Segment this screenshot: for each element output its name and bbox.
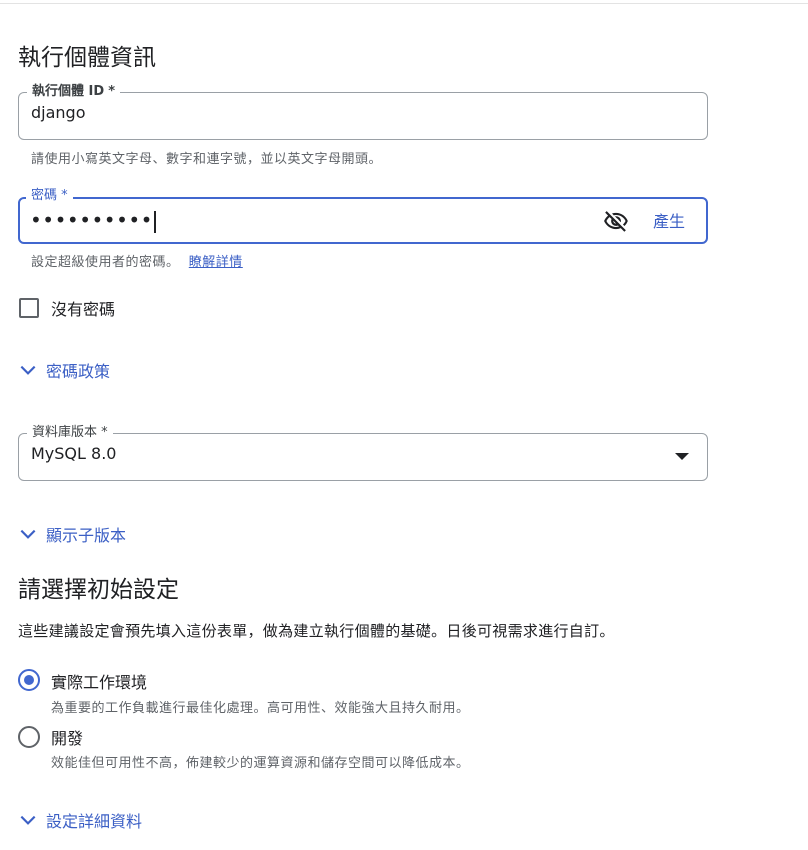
- section-title-config: 請選擇初始設定: [18, 577, 179, 603]
- radio-production-desc: 為重要的工作負載進行最佳化處理。高可用性、效能強大且持久耐用。: [51, 701, 470, 716]
- password-input[interactable]: ••••••••••: [30, 208, 156, 233]
- top-divider: [0, 3, 808, 4]
- generate-password-button[interactable]: 產生: [653, 208, 685, 232]
- password-field[interactable]: 密碼 * •••••••••• 產生: [18, 188, 708, 244]
- no-password-checkbox[interactable]: [19, 298, 39, 318]
- config-details-expander[interactable]: 設定詳細資料: [18, 808, 142, 832]
- radio-production[interactable]: [18, 669, 40, 691]
- instance-id-hint: 請使用小寫英文字母、數字和連字號，並以英文字母開頭。: [31, 152, 383, 167]
- section-title-instance: 執行個體資訊: [18, 45, 156, 71]
- chevron-down-icon: [20, 529, 36, 539]
- radio-development[interactable]: [18, 726, 40, 748]
- instance-id-field[interactable]: 執行個體 ID * django: [18, 84, 708, 140]
- db-version-select[interactable]: 資料庫版本 * MySQL 8.0: [18, 425, 708, 481]
- chevron-down-icon: [20, 365, 36, 375]
- instance-id-label: 執行個體 ID *: [27, 84, 121, 100]
- db-version-value: MySQL 8.0: [31, 444, 117, 463]
- instance-id-input[interactable]: django: [31, 103, 86, 122]
- config-description: 這些建議設定會預先填入這份表單，做為建立執行個體的基礎。日後可視需求進行自訂。: [18, 622, 615, 640]
- dropdown-arrow-icon[interactable]: [675, 453, 689, 460]
- no-password-label: 沒有密碼: [51, 300, 116, 319]
- show-minor-versions-expander[interactable]: 顯示子版本: [18, 522, 126, 546]
- chevron-down-icon: [20, 815, 36, 825]
- password-policy-expander[interactable]: 密碼政策: [18, 358, 110, 382]
- radio-production-label: 實際工作環境: [51, 673, 148, 692]
- eye-off-icon[interactable]: [603, 208, 629, 234]
- db-version-label: 資料庫版本 *: [27, 425, 113, 441]
- password-label: 密碼 *: [26, 188, 73, 204]
- learn-more-link[interactable]: 瞭解詳情: [189, 255, 243, 270]
- password-hint: 設定超級使用者的密碼。 瞭解詳情: [31, 255, 243, 270]
- radio-development-desc: 效能佳但可用性不高，佈建較少的運算資源和儲存空間可以降低成本。: [51, 756, 470, 771]
- radio-development-label: 開發: [51, 729, 84, 748]
